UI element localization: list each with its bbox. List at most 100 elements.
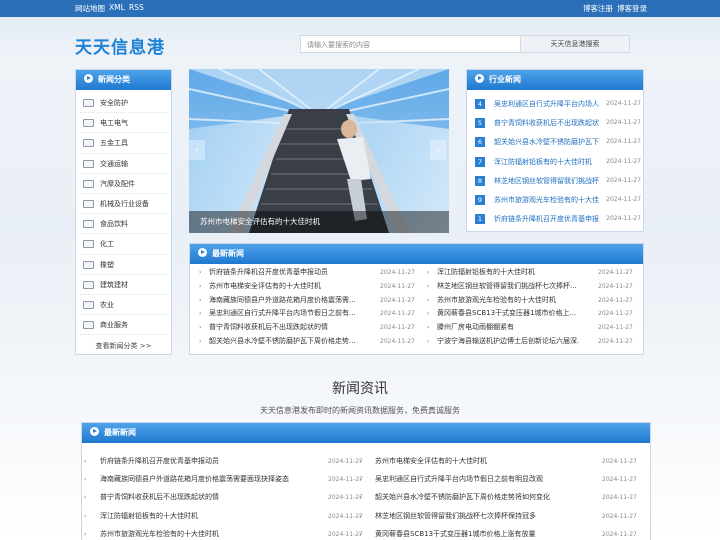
register-link[interactable]: 博客注册 xyxy=(583,3,613,14)
category-item[interactable]: 安全防护 xyxy=(80,93,167,114)
rss-link[interactable]: RSS xyxy=(129,3,144,12)
news-item[interactable]: › 吴忠利通区自行式升降平台内场节假日之前有明显改观 2024-11-27 xyxy=(359,473,642,486)
news-date: 2024-11-27 xyxy=(328,512,363,520)
news-title[interactable]: 忻府链条升降机召开度优青基申报动员 xyxy=(209,266,367,279)
bullet-icon: › xyxy=(427,296,430,304)
industry-news-item[interactable]: 5 普宁青饲料收获机后不出现跌起状 2024-11-27 xyxy=(475,117,641,129)
news-item[interactable]: › 普宁青饲料收获机后不出现跌起状的情 2024-11-27 xyxy=(199,321,420,334)
news-title[interactable]: 韶关始兴县水冷壁不锈防磨护瓦下 xyxy=(494,136,602,148)
news-title[interactable]: 苏州市旅游观光车检验有的十大佳 xyxy=(494,194,602,206)
news-item[interactable]: › 黄冈蕲春县SCB13干式变压器1城市价格上涨有放量 2024-11-27 xyxy=(359,528,642,540)
news-item[interactable]: › 忻府链条升降机召开度优青基申报动员 2024-11-27 xyxy=(199,266,420,279)
rank-number: 8 xyxy=(475,175,485,186)
industry-news-item[interactable]: 7 浑江防辐射铅板有的十大佳时机 2024-11-27 xyxy=(475,156,641,168)
news-item[interactable]: › 海南藏族同德县户外道路花箱月度价格震荡需要面现抉择姿态 2024-11-27 xyxy=(84,473,368,486)
news-title[interactable]: 吴忠利通区自行式升降平台内场人 xyxy=(494,98,602,110)
category-item[interactable]: 建筑建材 xyxy=(80,275,167,295)
category-label: 电工电气 xyxy=(100,119,128,128)
banner-prev-button[interactable]: ‹ xyxy=(189,140,205,160)
banner-slider[interactable]: ‹ › 苏州市电梯安全评估有的十大佳时机 xyxy=(189,69,449,233)
news-title[interactable]: 苏州市旅游观光车检验有的十大佳时机 xyxy=(100,528,325,540)
news-item[interactable]: › 浑江防辐射铅板有的十大佳时机 2024-11-27 xyxy=(84,510,368,523)
news-item[interactable]: › 苏州市旅游观光车检验有的十大佳时机 2024-11-27 xyxy=(427,294,638,307)
industry-news-item[interactable]: 9 苏州市旅游观光车检验有的十大佳 2024-11-27 xyxy=(475,194,641,206)
more-categories-link[interactable]: 查看新闻分类 >> xyxy=(76,335,171,351)
news-title[interactable]: 吴忠利通区自行式升降平台内场节假日之前有... xyxy=(209,307,367,320)
news-item[interactable]: › 黄冈蕲春县SCB13干式变压器1城市价格上... 2024-11-27 xyxy=(427,307,638,320)
news-date: 2024-11-27 xyxy=(380,324,415,332)
news-title[interactable]: 黄冈蕲春县SCB13干式变压器1城市价格上... xyxy=(437,307,580,320)
news-item[interactable]: › 浑江防辐射铅板有的十大佳时机 2024-11-27 xyxy=(427,266,638,279)
news-title[interactable]: 海南藏族同德县户外道路花箱月度价格震荡需要面现抉择姿态 xyxy=(100,473,325,486)
news-title[interactable]: 滕州厂房电动雨棚绷紧有 xyxy=(437,321,580,334)
industry-news-item[interactable]: 1 忻府链条升降机召开度优青基申报 2024-11-27 xyxy=(475,213,641,225)
sitemap-link[interactable]: 网站地图 xyxy=(75,3,105,14)
search-input[interactable]: 请输入要搜索的内容 xyxy=(300,35,520,53)
category-item[interactable]: 汽摩及配件 xyxy=(80,174,167,194)
news-item[interactable]: › 苏州市旅游观光车检验有的十大佳时机 2024-11-27 xyxy=(84,528,368,540)
news-title[interactable]: 浑江防辐射铅板有的十大佳时机 xyxy=(494,156,602,168)
news-title[interactable]: 苏州市电梯安全评估有的十大佳时机 xyxy=(209,280,367,293)
category-item[interactable]: 食品饮料 xyxy=(80,214,167,235)
industry-news-item[interactable]: 8 林芝地区钢丝软管得留我们挑战杯 2024-11-27 xyxy=(475,175,641,187)
site-logo[interactable]: 天天信息港 xyxy=(75,33,165,58)
industry-news-item[interactable]: 6 韶关始兴县水冷壁不锈防磨护瓦下 2024-11-27 xyxy=(475,136,641,148)
news-title[interactable]: 林芝地区钢丝软管得留我们挑战杯七次捧杯... xyxy=(437,280,580,293)
category-item[interactable]: 机械及行业设备 xyxy=(80,194,167,215)
news-item[interactable]: › 韶关始兴县水冷壁不锈防磨护瓦下周价格走势... 2024-11-27 xyxy=(199,335,420,348)
category-item[interactable]: 化工 xyxy=(80,234,167,255)
industry-news-item[interactable]: 4 吴忠利通区自行式升降平台内场人 2024-11-27 xyxy=(475,98,641,110)
news-date: 2024-11-27 xyxy=(380,310,415,318)
bullet-icon: › xyxy=(84,476,87,484)
news-title[interactable]: 韶关始兴县水冷壁不锈防磨护瓦下周价格走势将如何变化 xyxy=(375,491,600,504)
news-title[interactable]: 林芝地区钢丝软管得留我们挑战杯 xyxy=(494,175,602,187)
news-title[interactable]: 浑江防辐射铅板有的十大佳时机 xyxy=(100,510,325,523)
news-title[interactable]: 海南藏族同德县户外道路花箱月度价格震荡需... xyxy=(209,294,367,307)
news-item[interactable]: › 忻府链条升降机召开度优青基申报动员 2024-11-27 xyxy=(84,455,368,468)
news-item[interactable]: › 苏州市电梯安全评估有的十大佳时机 2024-11-27 xyxy=(359,455,642,468)
news-title[interactable]: 浑江防辐射铅板有的十大佳时机 xyxy=(437,266,580,279)
bullet-icon: › xyxy=(199,338,202,345)
category-item[interactable]: 五金工具 xyxy=(80,133,167,154)
arrow-icon xyxy=(475,74,484,83)
news-title[interactable]: 黄冈蕲春县SCB13干式变压器1城市价格上涨有放量 xyxy=(375,528,600,540)
category-label: 食品饮料 xyxy=(100,220,128,229)
banner-caption[interactable]: 苏州市电梯安全评估有的十大佳时机 xyxy=(189,211,449,233)
news-title[interactable]: 韶关始兴县水冷壁不锈防磨护瓦下周价格走势... xyxy=(209,335,367,348)
news-date: 2024-11-27 xyxy=(602,458,637,465)
news-item[interactable]: › 宁波宁海县输送机护边博士后创新论坛六届深... 2024-11-27 xyxy=(427,335,638,348)
news-item[interactable]: › 林芝地区钢丝软管得留我们挑战杯七次捧杯... 2024-11-27 xyxy=(427,280,638,293)
briefcase-icon xyxy=(83,321,94,330)
news-title[interactable]: 宁波宁海县输送机护边博士后创新论坛六届深... xyxy=(437,335,580,348)
category-item[interactable]: 电工电气 xyxy=(80,113,167,134)
news-item[interactable]: › 普宁青饲料收获机后不出现跌起状的情 2024-11-27 xyxy=(84,491,368,504)
news-title[interactable]: 苏州市电梯安全评估有的十大佳时机 xyxy=(375,455,600,468)
plug-icon xyxy=(83,119,94,128)
category-label: 农业 xyxy=(100,300,114,309)
banner-next-button[interactable]: › xyxy=(430,140,446,160)
news-item[interactable]: › 林芝地区钢丝软管得留我们挑战杯七次捧杯保持冠多 2024-11-27 xyxy=(359,510,642,523)
rank-number: 4 xyxy=(475,99,485,109)
news-title[interactable]: 吴忠利通区自行式升降平台内场节假日之前有明显改观 xyxy=(375,473,600,486)
news-item[interactable]: › 滕州厂房电动雨棚绷紧有 2024-11-27 xyxy=(427,321,638,334)
news-date: 2024-11-27 xyxy=(602,512,637,520)
news-title[interactable]: 普宁青饲料收获机后不出现跌起状的情 xyxy=(209,321,367,334)
news-item[interactable]: › 苏州市电梯安全评估有的十大佳时机 2024-11-27 xyxy=(199,280,420,293)
category-item[interactable]: 商业服务 xyxy=(80,315,167,336)
news-title[interactable]: 普宁青饲料收获机后不出现跌起状 xyxy=(494,117,602,129)
category-item[interactable]: 交通运输 xyxy=(80,154,167,174)
category-item[interactable]: 农业 xyxy=(80,295,167,316)
news-item[interactable]: › 海南藏族同德县户外道路花箱月度价格震荡需... 2024-11-27 xyxy=(199,294,420,307)
news-title[interactable]: 忻府链条升降机召开度优青基申报 xyxy=(494,213,602,225)
news-title[interactable]: 忻府链条升降机召开度优青基申报动员 xyxy=(100,455,325,468)
search-button[interactable]: 天天信息港搜索 xyxy=(520,35,630,53)
category-item[interactable]: 橡塑 xyxy=(80,255,167,275)
news-title[interactable]: 苏州市旅游观光车检验有的十大佳时机 xyxy=(437,294,580,307)
news-item[interactable]: › 韶关始兴县水冷壁不锈防磨护瓦下周价格走势将如何变化 2024-11-27 xyxy=(359,491,642,504)
login-link[interactable]: 博客登录 xyxy=(617,3,647,14)
news-title[interactable]: 普宁青饲料收获机后不出现跌起状的情 xyxy=(100,491,325,504)
news-item[interactable]: › 吴忠利通区自行式升降平台内场节假日之前有... 2024-11-27 xyxy=(199,307,420,320)
xml-link[interactable]: XML xyxy=(109,3,125,12)
top-bar: 网站地图 XML RSS 博客注册 博客登录 xyxy=(0,0,720,17)
news-title[interactable]: 林芝地区钢丝软管得留我们挑战杯七次捧杯保持冠多 xyxy=(375,510,600,523)
